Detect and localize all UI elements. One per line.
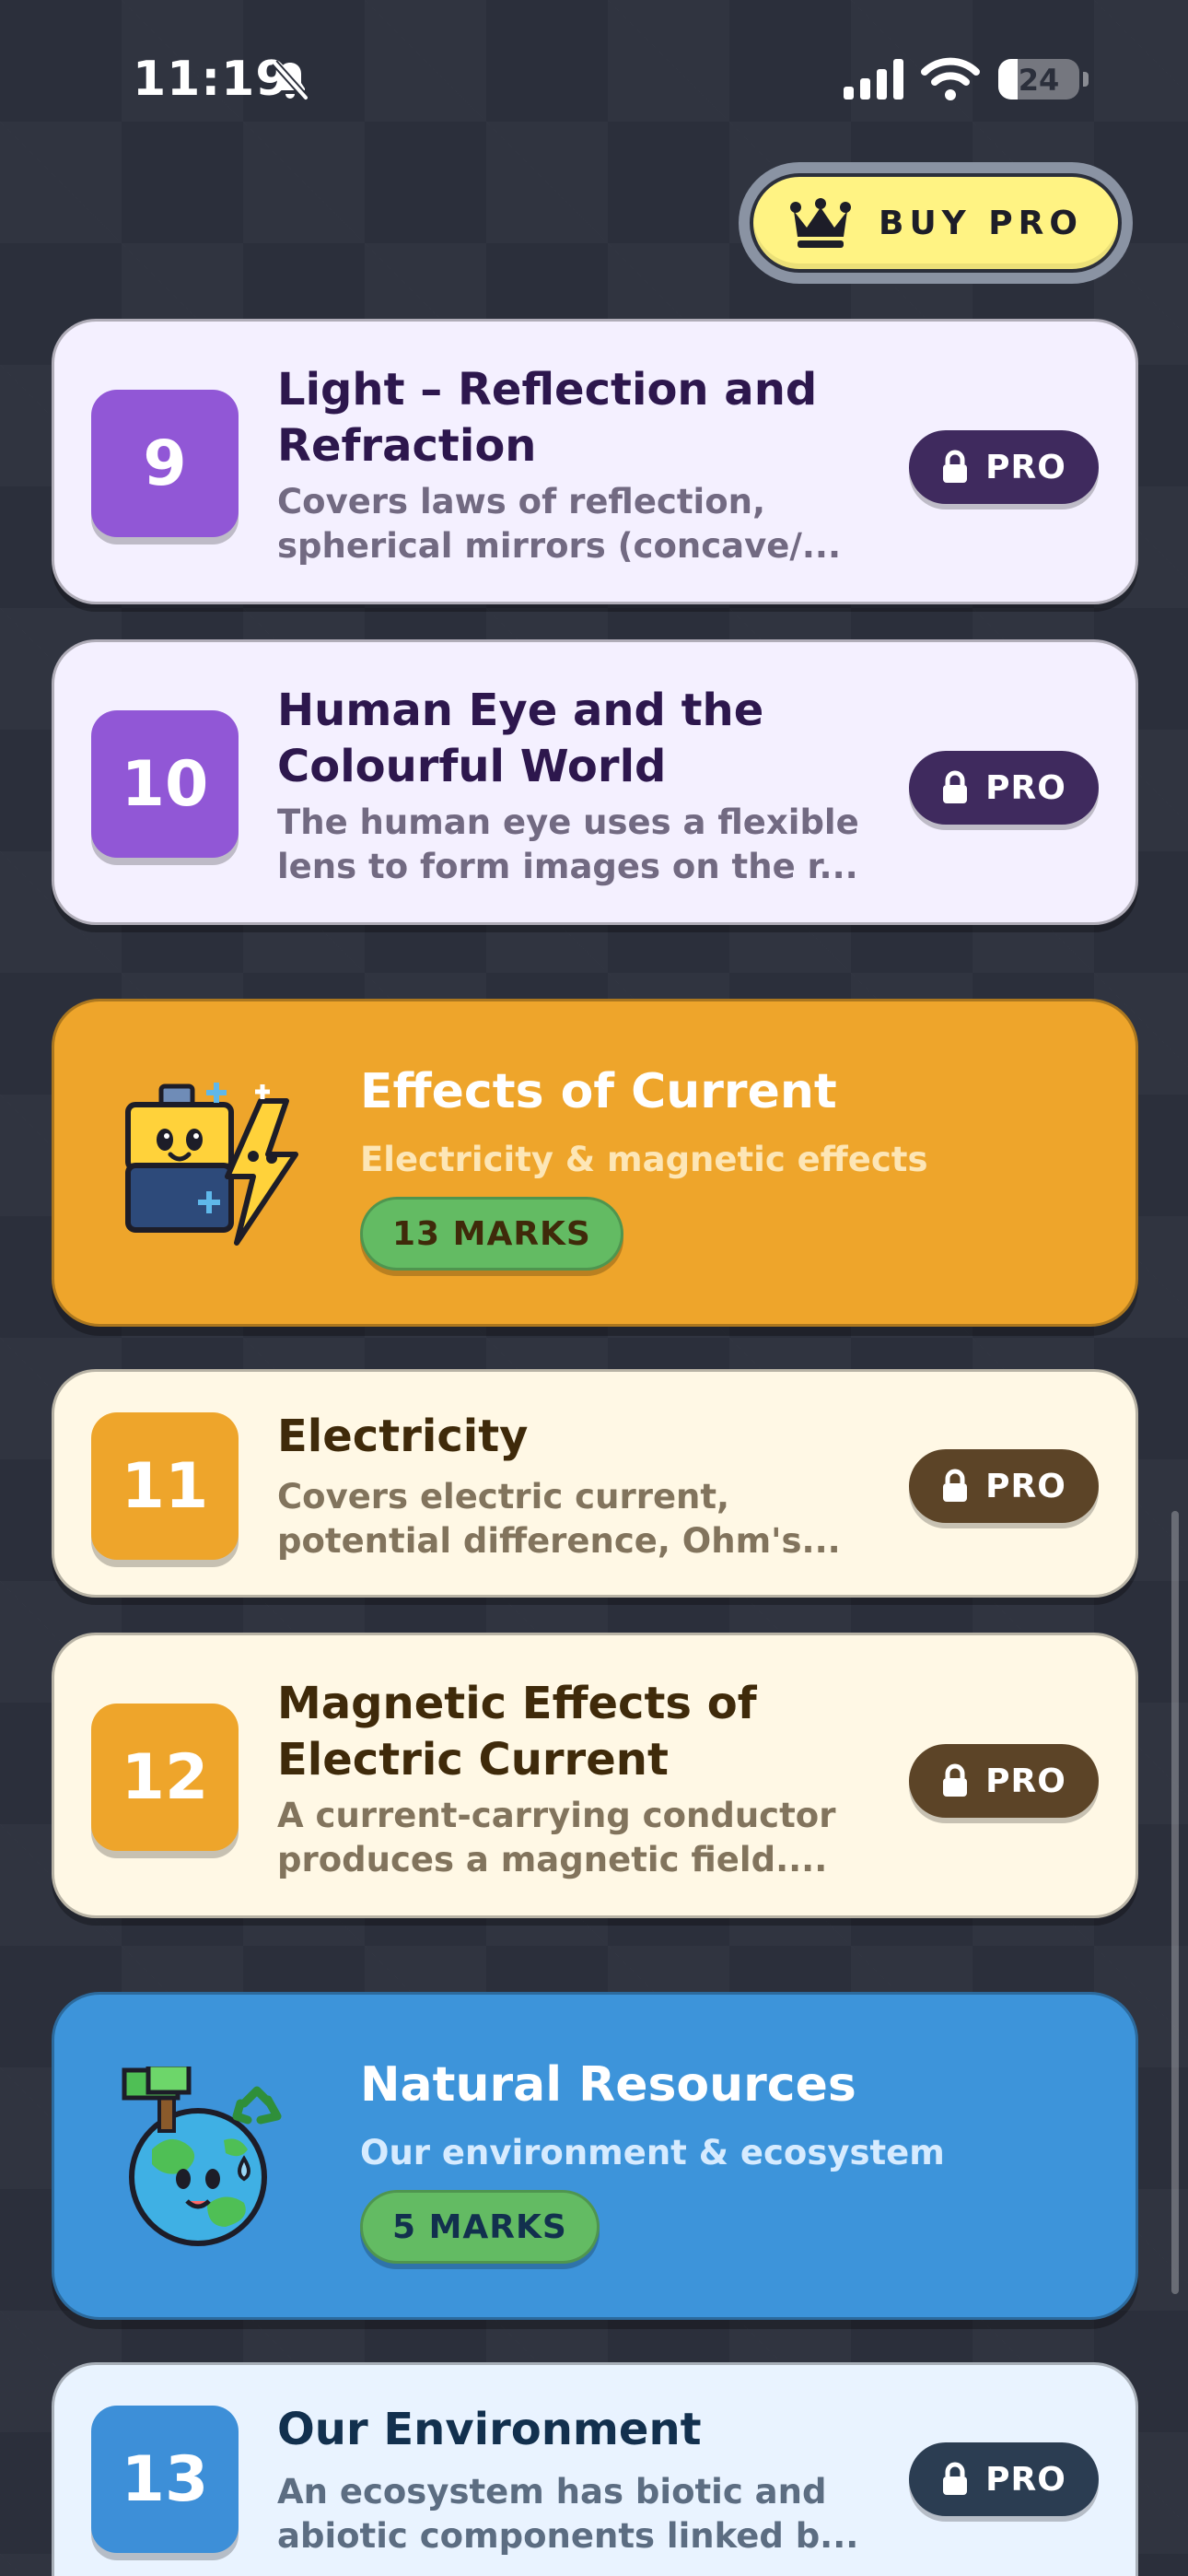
chapter-title: Magnetic Effects of Electric Current <box>277 1678 757 1786</box>
pro-label: PRO <box>985 768 1066 807</box>
chapter-description: Covers laws of reflection, spherical mir… <box>277 482 842 566</box>
wifi-icon <box>921 57 980 100</box>
chapter-card-9[interactable]: 9 Light – Reflection and Refraction Cove… <box>52 319 1138 604</box>
lock-icon <box>943 2462 968 2495</box>
chapter-description: The human eye uses a flexible lens to fo… <box>277 802 859 886</box>
chapter-description: A current-carrying conductor produces a … <box>277 1796 836 1879</box>
bell-slash-icon <box>272 60 309 100</box>
pro-label: PRO <box>985 448 1066 486</box>
lock-icon <box>943 450 968 483</box>
pro-lock-badge: PRO <box>909 2442 1099 2516</box>
crown-icon <box>790 198 851 248</box>
chapter-card-13[interactable]: 13 Our Environment An ecosystem has biot… <box>52 2362 1138 2576</box>
battery-cap <box>1083 72 1089 87</box>
status-bar: 11:19 24 <box>0 0 1188 157</box>
pro-label: PRO <box>985 1762 1066 1800</box>
battery-lightning-mascot-icon <box>125 1083 298 1246</box>
buy-pro-inner: BUY PRO <box>750 173 1122 273</box>
section-banner-natural-resources[interactable]: Natural Resources Our environment & ecos… <box>52 1992 1138 2320</box>
chapter-description: An ecosystem has biotic and abiotic comp… <box>277 2472 859 2556</box>
earth-tree-mascot-icon <box>122 2067 282 2246</box>
lock-icon <box>943 770 968 803</box>
battery-level: 24 <box>1018 63 1060 98</box>
status-time: 11:19 <box>133 52 290 107</box>
pro-lock-badge: PRO <box>909 430 1099 504</box>
pro-lock-badge: PRO <box>909 1744 1099 1818</box>
chapter-card-12[interactable]: 12 Magnetic Effects of Electric Current … <box>52 1633 1138 1918</box>
section-title: Natural Resources <box>360 2057 856 2113</box>
buy-pro-button[interactable]: BUY PRO <box>739 162 1133 284</box>
marks-badge: 13 MARKS <box>360 1197 623 1270</box>
chapter-title: Our Environment <box>277 2404 702 2455</box>
section-banner-effects-of-current[interactable]: Effects of Current Electricity & magneti… <box>52 999 1138 1327</box>
lock-icon <box>943 1469 968 1502</box>
section-subtitle: Electricity & magnetic effects <box>360 1140 928 1179</box>
battery-icon: 24 <box>998 59 1079 100</box>
pro-lock-badge: PRO <box>909 751 1099 825</box>
cellular-signal-icon <box>844 59 903 100</box>
marks-badge: 5 MARKS <box>360 2190 600 2264</box>
chapter-number-badge: 9 <box>91 390 239 537</box>
chapter-number-badge: 13 <box>91 2406 239 2553</box>
chapter-number-badge: 12 <box>91 1704 239 1851</box>
lock-icon <box>943 1763 968 1797</box>
pro-label: PRO <box>985 1467 1066 1505</box>
scroll-indicator[interactable] <box>1171 1511 1179 2294</box>
chapter-card-10[interactable]: 10 Human Eye and the Colourful World The… <box>52 639 1138 925</box>
chapter-number-badge: 11 <box>91 1412 239 1560</box>
chapter-description: Covers electric current, potential diffe… <box>277 1477 841 1561</box>
chapter-card-11[interactable]: 11 Electricity Covers electric current, … <box>52 1369 1138 1598</box>
chapter-title: Light – Reflection and Refraction <box>277 364 818 472</box>
pro-lock-badge: PRO <box>909 1449 1099 1523</box>
chapter-title: Electricity <box>277 1411 529 1462</box>
chapter-title: Human Eye and the Colourful World <box>277 685 764 792</box>
section-subtitle: Our environment & ecosystem <box>360 2133 945 2172</box>
buy-pro-label: BUY PRO <box>879 204 1083 242</box>
pro-label: PRO <box>985 2460 1066 2499</box>
section-title: Effects of Current <box>360 1064 837 1119</box>
chapter-number-badge: 10 <box>91 710 239 858</box>
